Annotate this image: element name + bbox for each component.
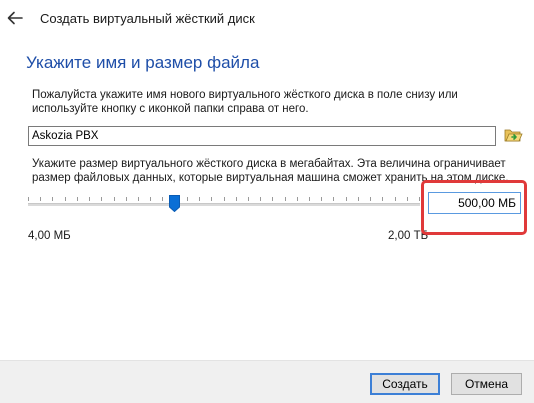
slider-tick (358, 197, 359, 201)
back-arrow-icon[interactable] (6, 9, 24, 27)
slider-tick (407, 197, 408, 201)
slider-track (28, 203, 420, 206)
slider-tick (52, 197, 53, 201)
slider-tick (285, 197, 286, 201)
slider-tick (114, 197, 115, 201)
slider-tick (321, 197, 322, 201)
slider-tick (199, 197, 200, 201)
slider-tick (187, 197, 188, 201)
slider-tick (272, 197, 273, 201)
slider-min-label: 4,00 МБ (28, 230, 71, 242)
slider-tick (224, 197, 225, 201)
slider-tick (236, 197, 237, 201)
slider-tick (297, 197, 298, 201)
slider-tick (419, 197, 420, 201)
slider-tick (309, 197, 310, 201)
slider-tick (77, 197, 78, 201)
slider-tick (150, 197, 151, 201)
slider-tick (126, 197, 127, 201)
size-description: Укажите размер виртуального жёсткого дис… (32, 158, 509, 184)
slider-tick (248, 197, 249, 201)
slider-tick (162, 197, 163, 201)
name-description: Пожалуйста укажите имя нового виртуально… (32, 89, 458, 115)
create-button[interactable]: Создать (370, 373, 440, 395)
page-heading: Укажите имя и размер файла (26, 53, 260, 72)
slider-tick (333, 197, 334, 201)
slider-tick (138, 197, 139, 201)
slider-tick (370, 197, 371, 201)
folder-open-icon[interactable] (503, 125, 523, 145)
slider-tick (65, 197, 66, 201)
disk-name-input[interactable] (28, 126, 496, 146)
slider-tick (382, 197, 383, 201)
slider-thumb[interactable] (169, 195, 180, 212)
slider-tick (28, 197, 29, 201)
slider-tick (40, 197, 41, 201)
disk-size-slider[interactable] (28, 195, 420, 217)
cancel-button[interactable]: Отмена (451, 373, 522, 395)
slider-tick (101, 197, 102, 201)
disk-size-input[interactable] (428, 192, 521, 214)
slider-tick (211, 197, 212, 201)
slider-tick (89, 197, 90, 201)
slider-max-label: 2,00 ТБ (388, 230, 429, 242)
window-title: Создать виртуальный жёсткий диск (40, 11, 255, 26)
dialog-footer: Создать Отмена (0, 360, 534, 403)
slider-tick (346, 197, 347, 201)
slider-tick (395, 197, 396, 201)
slider-tick (260, 197, 261, 201)
